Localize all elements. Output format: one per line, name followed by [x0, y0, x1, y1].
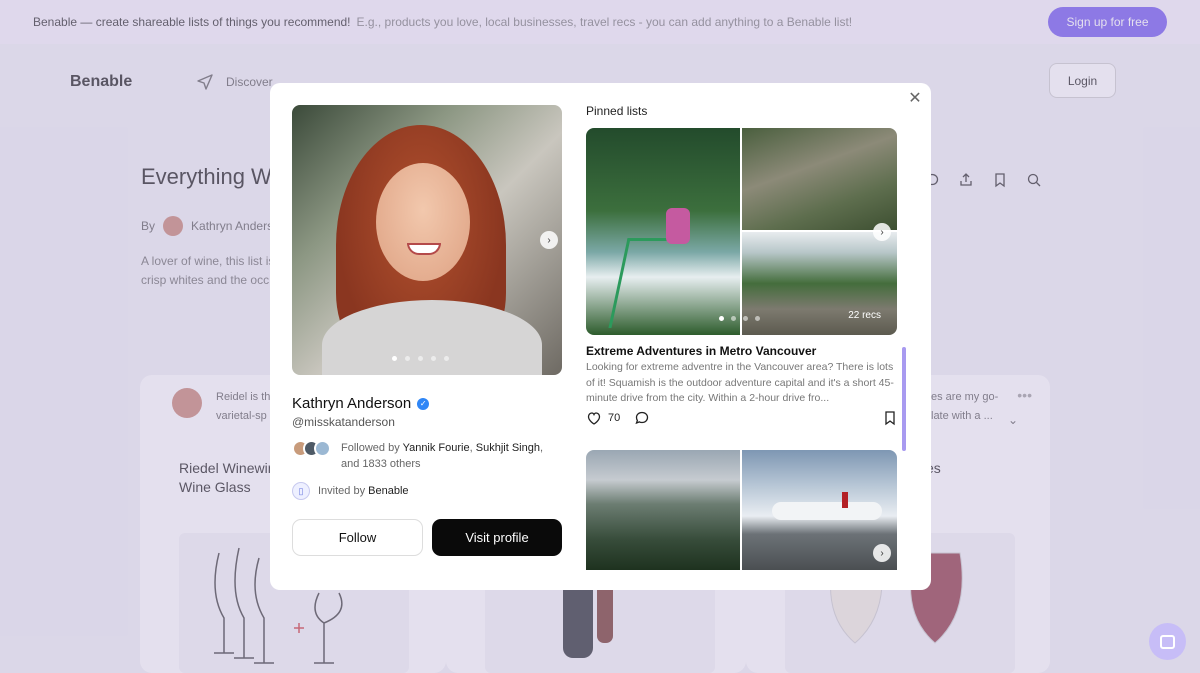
carousel-dot[interactable]	[755, 316, 760, 321]
heart-icon[interactable]	[586, 410, 602, 426]
followed-by: Followed by Yannik Fourie, Sukhjit Singh…	[292, 440, 551, 472]
follower-name[interactable]: Yannik Fourie	[403, 442, 470, 454]
carousel-dot[interactable]	[444, 356, 449, 361]
avatar	[314, 440, 331, 457]
benable-logo-icon: ▯	[292, 482, 310, 500]
collage-image	[586, 128, 740, 335]
pinned-list-description: Looking for extreme adventre in the Vanc…	[586, 361, 894, 404]
collage-image	[742, 128, 897, 230]
carousel-dot[interactable]	[431, 356, 436, 361]
like-count: 70	[608, 412, 621, 424]
carousel-dot[interactable]	[418, 356, 423, 361]
photo-face	[376, 163, 470, 281]
comment-icon[interactable]	[634, 410, 650, 426]
pinned-list-actions: 70	[586, 410, 898, 426]
profile-name: Kathryn Anderson	[292, 395, 412, 412]
followed-by-text: Followed by Yannik Fourie, Sukhjit Singh…	[341, 442, 544, 470]
carousel-dot[interactable]	[743, 316, 748, 321]
follower-name[interactable]: Sukhjit Singh	[476, 442, 540, 454]
photo-airplane	[772, 492, 882, 520]
carousel-dot[interactable]	[392, 356, 397, 361]
profile-modal: ✕ › Kathryn Anderson ✓ @misskatanderson …	[270, 83, 931, 590]
close-icon[interactable]: ✕	[907, 91, 923, 107]
follower-avatars	[292, 440, 331, 472]
photo-jumper	[666, 208, 690, 244]
carousel-dot[interactable]	[731, 316, 736, 321]
followed-prefix: Followed by	[341, 442, 400, 454]
recs-count: 22 recs	[848, 310, 881, 321]
scrollbar[interactable]	[902, 347, 906, 451]
carousel-dot[interactable]	[719, 316, 724, 321]
pinned-list-collage[interactable]: ›	[586, 450, 897, 570]
verified-icon: ✓	[417, 397, 430, 410]
invited-by-name[interactable]: Benable	[368, 485, 408, 497]
invited-prefix: Invited by	[318, 485, 366, 497]
photo-carousel-dots	[392, 356, 449, 361]
invited-by: ▯ Invited by Benable	[292, 482, 409, 500]
carousel-dot[interactable]	[405, 356, 410, 361]
invited-by-text: Invited by Benable	[318, 485, 409, 497]
bookmark-icon[interactable]	[882, 410, 898, 426]
pinned-lists-heading: Pinned lists	[586, 104, 648, 118]
chevron-right-icon[interactable]: ›	[873, 223, 891, 241]
photo-rail	[608, 238, 688, 328]
follow-button[interactable]: Follow	[292, 519, 423, 556]
pinned-list-collage[interactable]: › 22 recs	[586, 128, 897, 335]
followed-suffix: and 1833 others	[341, 458, 421, 470]
messenger-glyph	[1160, 634, 1175, 649]
messenger-icon[interactable]	[1149, 623, 1186, 660]
collage-image	[586, 450, 740, 570]
collage-carousel-dots	[719, 316, 760, 321]
chevron-right-icon[interactable]: ›	[540, 231, 558, 249]
pinned-list-title[interactable]: Extreme Adventures in Metro Vancouver	[586, 344, 816, 358]
profile-photo[interactable]: ›	[292, 105, 562, 375]
visit-profile-button[interactable]: Visit profile	[432, 519, 562, 556]
profile-name-row: Kathryn Anderson ✓	[292, 395, 430, 412]
chevron-right-icon[interactable]: ›	[873, 544, 891, 562]
profile-handle: @misskatanderson	[292, 415, 395, 429]
